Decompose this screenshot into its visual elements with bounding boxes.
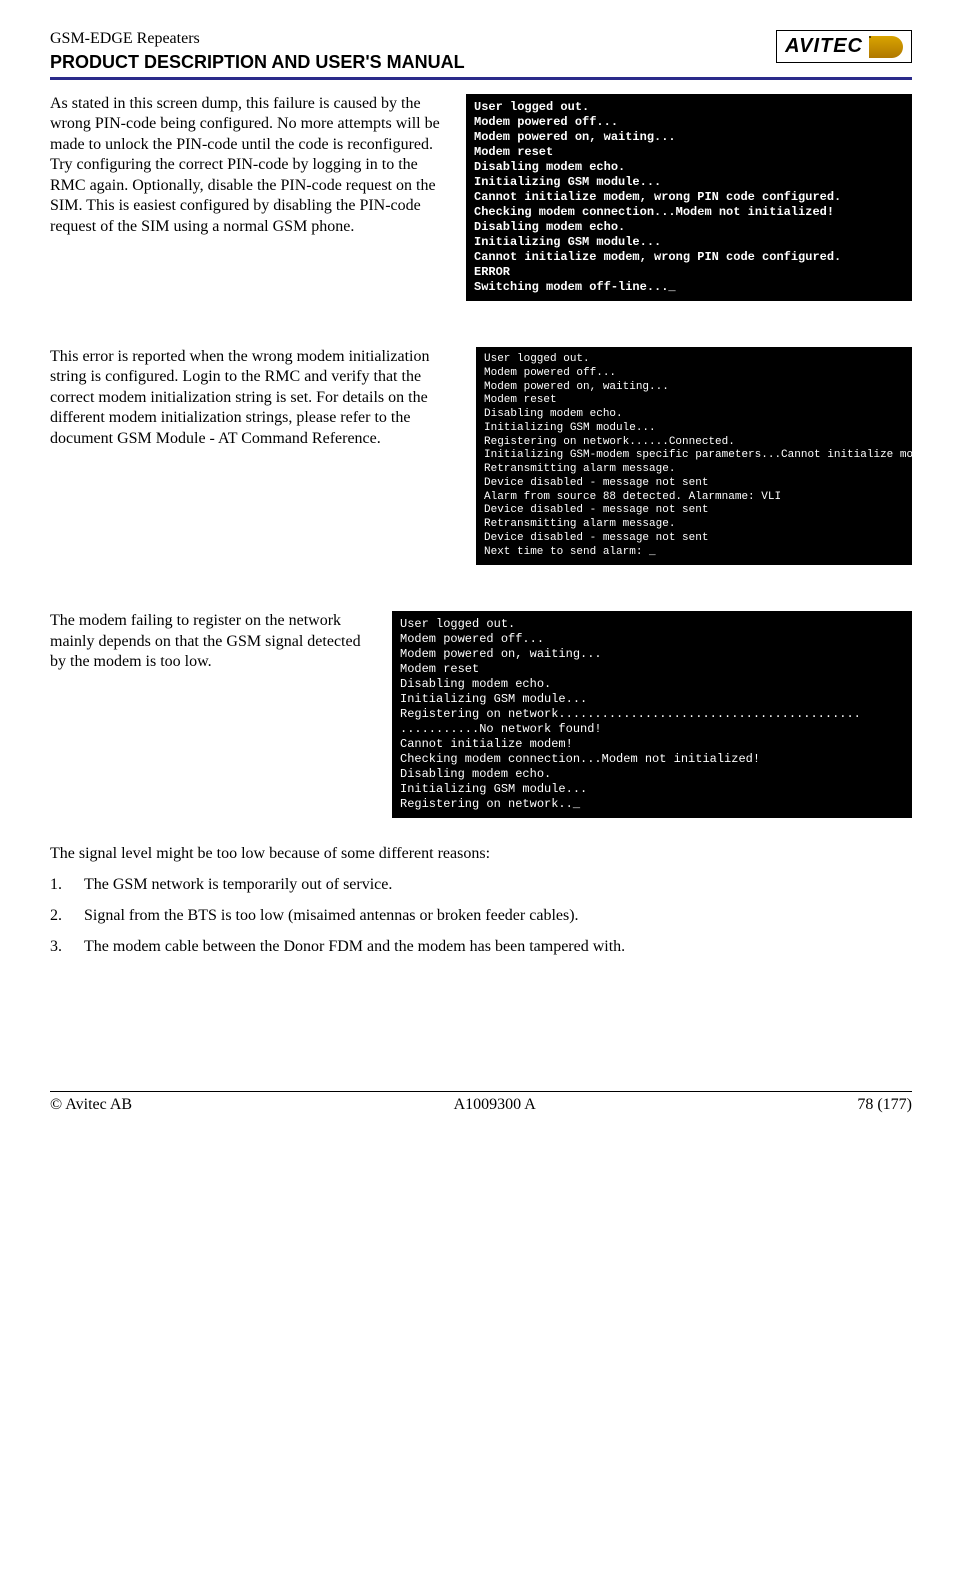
list-text: The modem cable between the Donor FDM an… (84, 937, 625, 958)
brand-logo-text: AVITEC (785, 35, 863, 58)
reasons-list: 1.The GSM network is temporarily out of … (50, 875, 912, 957)
list-item: 2.Signal from the BTS is too low (misaim… (50, 906, 912, 927)
brand-logo-icon (869, 36, 903, 58)
header-product-line: GSM-EDGE Repeaters (50, 30, 465, 48)
section-pin-error-text: As stated in this screen dump, this fail… (50, 94, 452, 237)
list-item: 3.The modem cable between the Donor FDM … (50, 937, 912, 958)
reasons-intro: The signal level might be too low becaus… (50, 844, 912, 865)
footer-copyright: © Avitec AB (50, 1096, 132, 1114)
list-text: The GSM network is temporarily out of se… (84, 875, 392, 896)
page-header: GSM-EDGE Repeaters PRODUCT DESCRIPTION A… (50, 30, 912, 73)
terminal-pin-error: User logged out. Modem powered off... Mo… (466, 94, 912, 301)
footer-docid: A1009300 A (454, 1096, 536, 1114)
brand-logo: AVITEC (776, 30, 912, 63)
section-init-string-text: This error is reported when the wrong mo… (50, 347, 462, 449)
list-number: 1. (50, 875, 84, 896)
section-network-register-text: The modem failing to register on the net… (50, 611, 378, 672)
page-footer: © Avitec AB A1009300 A 78 (177) (50, 1096, 912, 1114)
header-left: GSM-EDGE Repeaters PRODUCT DESCRIPTION A… (50, 30, 465, 73)
section-init-string-error: This error is reported when the wrong mo… (50, 347, 912, 565)
terminal-network-register-error: User logged out. Modem powered off... Mo… (392, 611, 912, 818)
header-title: PRODUCT DESCRIPTION AND USER'S MANUAL (50, 52, 465, 73)
terminal-init-string-error: User logged out. Modem powered off... Mo… (476, 347, 912, 565)
list-text: Signal from the BTS is too low (misaimed… (84, 906, 579, 927)
section-pin-error: As stated in this screen dump, this fail… (50, 94, 912, 301)
section-network-register-error: The modem failing to register on the net… (50, 611, 912, 818)
footer-page-number: 78 (177) (857, 1096, 912, 1114)
list-number: 3. (50, 937, 84, 958)
footer-divider (50, 1091, 912, 1092)
list-item: 1.The GSM network is temporarily out of … (50, 875, 912, 896)
header-divider (50, 77, 912, 80)
list-number: 2. (50, 906, 84, 927)
